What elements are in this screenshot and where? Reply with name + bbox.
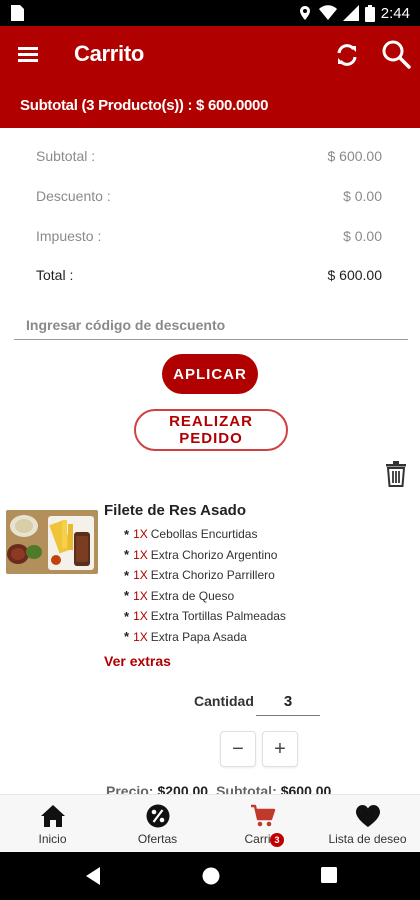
cart-count-badge: 3 [270,833,284,847]
summary-tax-value: $ 0.00 [343,228,382,244]
apply-button[interactable]: APLICAR [162,354,258,394]
extra-item: * 1X Extra Chorizo Argentino [124,545,286,566]
home-icon [40,805,65,827]
extra-quantity: 1X [133,629,148,644]
quantity-label: Cantidad [194,693,254,709]
increase-quantity-button[interactable]: + [262,731,298,767]
bottom-navigation: Inicio Ofertas Carrito 3 Lista de deseo [0,794,420,852]
discount-code-input[interactable] [14,310,408,340]
extra-bullet: * [124,547,130,563]
menu-icon[interactable] [16,42,42,68]
recents-icon[interactable] [320,866,338,884]
sim-card-icon [11,5,24,21]
page-title: Carrito [74,41,145,66]
extra-bullet: * [124,526,130,542]
location-icon [299,6,310,20]
extra-name: Cebollas Encurtidas [150,527,258,542]
extra-name: Extra Tortillas Palmeadas [150,609,286,624]
nav-item-carrito[interactable]: Carrito 3 [210,795,315,852]
nav-label-inicio: Inicio [38,832,67,846]
clock: 2:44 [380,4,410,22]
extra-bullet: * [124,629,130,645]
summary-subtotal-label: Subtotal : [36,148,96,164]
quantity-input[interactable] [256,688,320,716]
product-extras-list: * 1X Cebollas Encurtidas * 1X Extra Chor… [124,524,286,647]
search-icon[interactable] [380,38,412,70]
nav-label-ofertas: Ofertas [137,832,178,846]
extra-name: Extra Chorizo Argentino [150,547,278,562]
status-bar: 2:44 [0,0,420,26]
summary-total-label: Total : [36,267,74,283]
subtotal-banner-text: Subtotal (3 Producto(s)) : $ 600.0000 [20,97,269,114]
summary-subtotal-row: Subtotal : $ 600.00 [36,148,382,170]
home-button-icon[interactable] [201,866,221,886]
subtotal-banner: Subtotal (3 Producto(s)) : $ 600.0000 [0,84,420,128]
see-extras-link[interactable]: Ver extras [104,653,171,669]
extra-item: * 1X Extra Chorizo Parrillero [124,565,286,586]
extra-item: * 1X Extra Tortillas Palmeadas [124,606,286,627]
decrease-quantity-button[interactable]: − [220,731,256,767]
nav-item-inicio[interactable]: Inicio [0,795,105,852]
app-bar: Carrito [0,26,420,84]
wifi-icon [318,5,337,20]
summary-discount-label: Descuento : [36,188,111,204]
nav-label-lista-de-deseo: Lista de deseo [328,832,407,846]
extra-item: * 1X Extra de Queso [124,586,286,607]
summary-tax-row: Impuesto : $ 0.00 [36,228,382,250]
extra-name: Extra Chorizo Parrillero [150,568,275,583]
summary-discount-row: Descuento : $ 0.00 [36,188,382,210]
extra-quantity: 1X [133,547,148,562]
summary-total-row: Total : $ 600.00 [36,267,382,289]
heart-icon [355,805,380,827]
extra-quantity: 1X [133,527,148,542]
battery-icon [364,4,375,22]
place-order-button[interactable]: REALIZAR PEDIDO [134,409,288,451]
extra-bullet: * [124,588,130,604]
extra-quantity: 1X [133,568,148,583]
nav-item-ofertas[interactable]: Ofertas [105,795,210,852]
extra-bullet: * [124,567,130,583]
summary-total-value: $ 600.00 [327,267,383,283]
system-navigation-bar [0,852,420,900]
extra-name: Extra de Queso [150,588,235,603]
nav-item-lista-de-deseo[interactable]: Lista de deseo [315,795,420,852]
summary-discount-value: $ 0.00 [343,188,382,204]
extra-quantity: 1X [133,588,148,603]
percent-icon [146,804,169,828]
extra-item: * 1X Cebollas Encurtidas [124,524,286,545]
extra-name: Extra Papa Asada [150,629,247,644]
refresh-icon[interactable] [332,40,362,70]
product-image[interactable] [6,510,98,574]
signal-icon [342,5,359,21]
cart-icon [250,804,275,827]
extra-quantity: 1X [133,609,148,624]
status-icons: 2:44 [297,3,410,23]
product-name: Filete de Res Asado [104,502,246,519]
summary-subtotal-value: $ 600.00 [327,148,383,164]
summary-tax-label: Impuesto : [36,228,102,244]
trash-icon[interactable] [385,461,407,487]
back-icon[interactable] [84,866,102,886]
extra-bullet: * [124,608,130,624]
extra-item: * 1X Extra Papa Asada [124,627,286,648]
